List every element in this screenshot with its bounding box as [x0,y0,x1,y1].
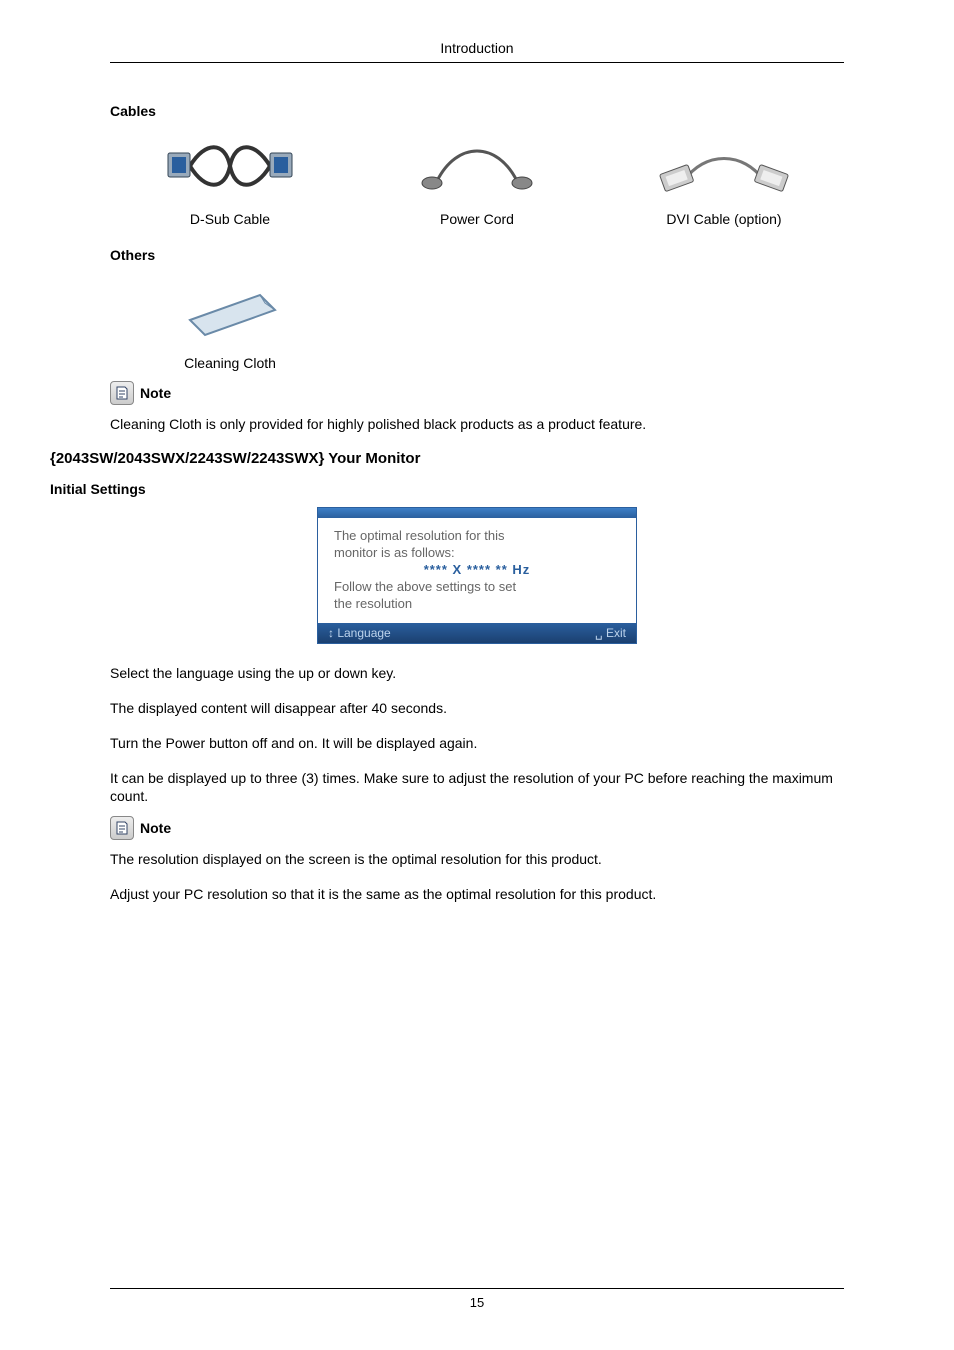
page-footer: 15 [110,1288,844,1310]
osd-dialog: The optimal resolution for this monitor … [317,507,637,644]
osd-line4: Follow the above settings to set [334,579,620,594]
cables-row: D-Sub Cable Power Cord [130,131,824,227]
osd-footer: ↕ Language ␣ Exit [318,623,636,643]
para-4: It can be displayed up to three (3) time… [110,769,844,807]
cleaning-cloth-caption: Cleaning Cloth [130,355,330,371]
note-row-2: Note [110,816,844,840]
note2-text-2: Adjust your PC resolution so that it is … [110,885,844,904]
page-header: Introduction [110,40,844,56]
cables-heading: Cables [110,103,844,119]
osd-line5: the resolution [334,596,620,611]
note2-text-1: The resolution displayed on the screen i… [110,850,844,869]
cable-item-power: Power Cord [377,131,577,227]
power-cord-image [377,131,577,201]
initial-settings-heading: Initial Settings [50,481,844,497]
page-container: Introduction Cables D-Sub Cable [0,0,954,1350]
note-icon [110,816,134,840]
osd-exit-hint: ␣ Exit [595,626,626,640]
header-rule [110,62,844,63]
cable-item-dvi: DVI Cable (option) [624,131,824,227]
dvi-cable-image [624,131,824,201]
others-row: Cleaning Cloth [130,275,824,371]
footer-rule [110,1288,844,1289]
para-3: Turn the Power button off and on. It wil… [110,734,844,753]
para-2: The displayed content will disappear aft… [110,699,844,718]
dsub-caption: D-Sub Cable [130,211,330,227]
note-label-1: Note [140,385,171,401]
note-icon [110,381,134,405]
dvi-caption: DVI Cable (option) [624,211,824,227]
note-row-1: Note [110,381,844,405]
osd-body: The optimal resolution for this monitor … [318,518,636,623]
osd-wrap: The optimal resolution for this monitor … [110,507,844,644]
cleaning-cloth-item: Cleaning Cloth [130,275,330,371]
model-heading: {2043SW/2043SWX/2243SW/2243SWX} Your Mon… [50,450,844,467]
cable-item-dsub: D-Sub Cable [130,131,330,227]
power-caption: Power Cord [377,211,577,227]
osd-top-bar [318,508,636,518]
others-heading: Others [110,247,844,263]
cleaning-cloth-image [130,275,330,345]
osd-language-hint: ↕ Language [328,626,391,640]
note-label-2: Note [140,820,171,836]
page-number: 15 [470,1295,484,1310]
osd-line1: The optimal resolution for this [334,528,620,543]
osd-line2: monitor is as follows: [334,545,620,560]
note-text-1: Cleaning Cloth is only provided for high… [110,415,844,434]
dsub-cable-image [130,131,330,201]
para-1: Select the language using the up or down… [110,664,844,683]
osd-resolution-line: **** X **** ** Hz [334,562,620,577]
